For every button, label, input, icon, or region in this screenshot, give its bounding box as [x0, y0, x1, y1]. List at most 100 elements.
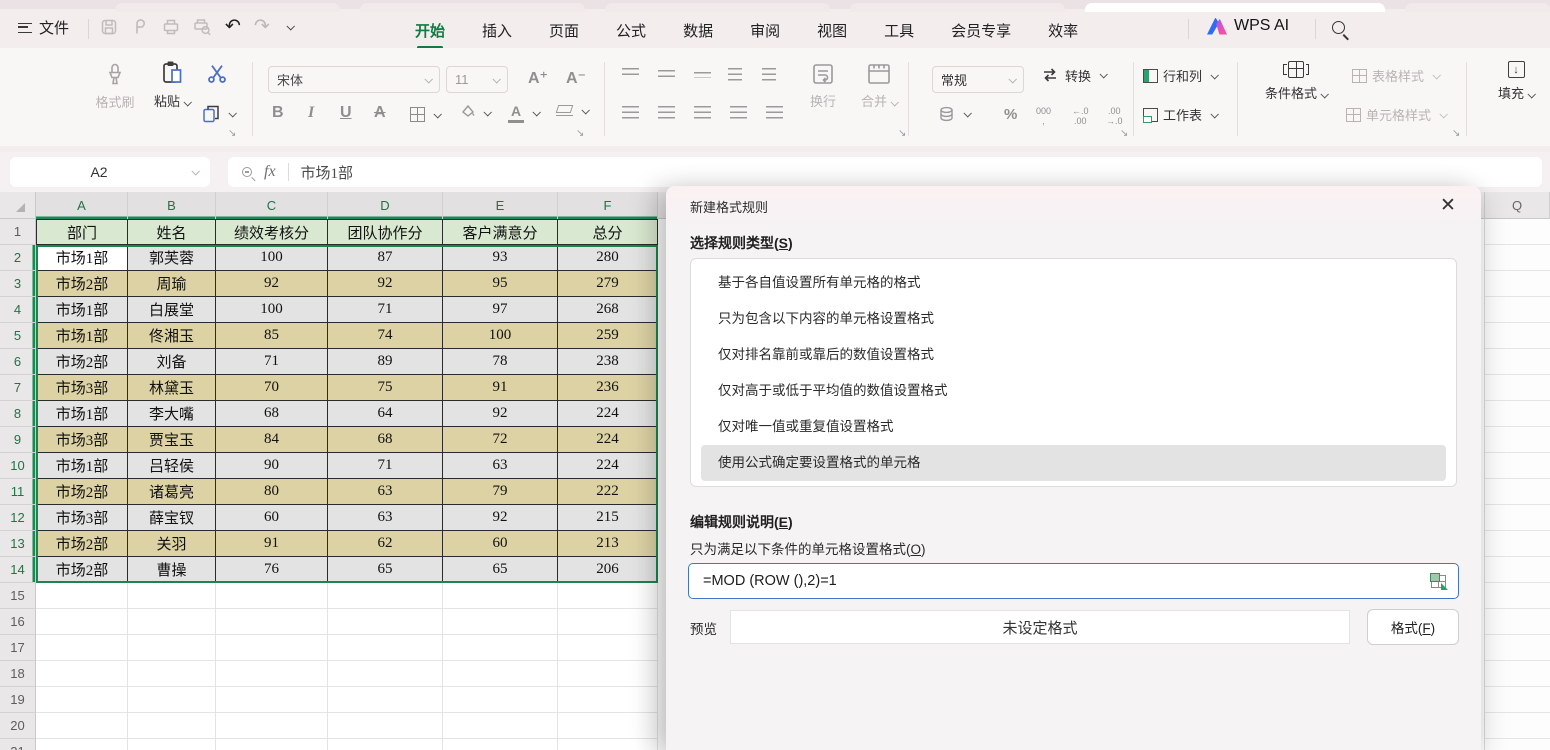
data-cell[interactable]: 林黛玉	[128, 375, 216, 401]
align-distributed-icon[interactable]	[766, 106, 783, 119]
align-top-icon[interactable]	[622, 68, 639, 76]
data-cell[interactable]: 薛宝钗	[128, 505, 216, 531]
empty-cell[interactable]	[36, 609, 128, 635]
convert-button[interactable]: 转换	[1040, 65, 1106, 85]
font-size-select[interactable]: 11	[446, 66, 508, 93]
data-cell[interactable]: 63	[443, 453, 558, 479]
data-cell[interactable]: 65	[443, 557, 558, 583]
menu-tab-效率[interactable]: 效率	[1048, 16, 1078, 41]
data-cell[interactable]: 79	[443, 479, 558, 505]
menu-tab-数据[interactable]: 数据	[683, 16, 713, 41]
conditional-format-button[interactable]: 条件格式	[1250, 61, 1342, 102]
column-header-C[interactable]: C	[216, 192, 328, 219]
format-button[interactable]: 格式(F)	[1367, 609, 1459, 645]
data-cell[interactable]: 74	[328, 323, 443, 349]
column-header-B[interactable]: B	[128, 192, 216, 219]
data-cell[interactable]: 市场2部	[36, 531, 128, 557]
file-menu-button[interactable]: 文件	[18, 17, 69, 38]
empty-cell[interactable]	[36, 583, 128, 609]
rule-type-item[interactable]: 基于各自值设置所有单元格的格式	[701, 265, 1446, 301]
data-cell[interactable]: 市场2部	[36, 349, 128, 375]
empty-cell[interactable]	[36, 687, 128, 713]
empty-cell[interactable]	[216, 713, 328, 739]
row-header-4[interactable]: 4	[0, 297, 36, 323]
empty-cell[interactable]	[558, 687, 658, 713]
row-header-10[interactable]: 10	[0, 453, 36, 479]
empty-cell[interactable]	[328, 739, 443, 750]
empty-cell[interactable]	[36, 713, 128, 739]
data-cell[interactable]: 215	[558, 505, 658, 531]
row-header-11[interactable]: 11	[0, 479, 36, 505]
select-all-corner[interactable]	[0, 192, 36, 219]
data-cell[interactable]: 238	[558, 349, 658, 375]
data-cell[interactable]: 郭芙蓉	[128, 245, 216, 271]
cell-style-button[interactable]: 单元格样式	[1346, 105, 1446, 124]
data-cell[interactable]: 268	[558, 297, 658, 323]
empty-cell[interactable]	[558, 609, 658, 635]
align-bottom-icon[interactable]	[694, 72, 711, 78]
increase-decimal-button[interactable]: ←.0 .00	[1072, 106, 1089, 126]
italic-button[interactable]: I	[308, 104, 314, 122]
empty-cell[interactable]	[328, 713, 443, 739]
row-header-20[interactable]: 20	[0, 713, 36, 739]
data-cell[interactable]: 280	[558, 245, 658, 271]
data-cell[interactable]: 95	[443, 271, 558, 297]
underline-button[interactable]: U	[340, 104, 352, 122]
data-cell[interactable]: 84	[216, 427, 328, 453]
data-cell[interactable]: 市场2部	[36, 557, 128, 583]
data-cell[interactable]: 71	[328, 297, 443, 323]
wrap-text-button[interactable]: 换行	[800, 62, 846, 110]
redo-icon[interactable]: ↷	[254, 16, 270, 38]
empty-cell[interactable]	[443, 739, 558, 750]
export-pdf-icon[interactable]	[131, 18, 149, 36]
empty-cell[interactable]	[128, 609, 216, 635]
menu-tab-工具[interactable]: 工具	[884, 16, 914, 41]
data-cell[interactable]: 92	[328, 271, 443, 297]
shrink-font-button[interactable]: A⁻	[566, 68, 586, 88]
empty-cell[interactable]	[558, 713, 658, 739]
row-header-19[interactable]: 19	[0, 687, 36, 713]
empty-cell[interactable]	[443, 713, 558, 739]
row-header-16[interactable]: 16	[0, 609, 36, 635]
empty-cell[interactable]	[328, 635, 443, 661]
data-cell[interactable]: 76	[216, 557, 328, 583]
menu-tab-开始[interactable]: 开始	[415, 16, 445, 41]
data-cell[interactable]: 89	[328, 349, 443, 375]
right-column-cells[interactable]	[1484, 219, 1550, 750]
menu-tab-插入[interactable]: 插入	[482, 16, 512, 41]
empty-cell[interactable]	[216, 687, 328, 713]
data-cell[interactable]: 93	[443, 245, 558, 271]
data-cell[interactable]: 周瑜	[128, 271, 216, 297]
data-cell[interactable]: 63	[328, 479, 443, 505]
row-header-3[interactable]: 3	[0, 271, 36, 297]
row-header-21[interactable]: 21	[0, 739, 36, 750]
wps-ai-button[interactable]: WPS AI	[1207, 17, 1289, 35]
save-icon[interactable]	[100, 18, 118, 36]
data-cell[interactable]: 206	[558, 557, 658, 583]
header-cell[interactable]: 部门	[36, 219, 128, 245]
decrease-decimal-button[interactable]: .00 →.0	[1106, 106, 1123, 126]
empty-cell[interactable]	[216, 635, 328, 661]
data-cell[interactable]: 李大嘴	[128, 401, 216, 427]
empty-cell[interactable]	[328, 661, 443, 687]
data-cell[interactable]: 市场1部	[36, 323, 128, 349]
data-cell[interactable]: 64	[328, 401, 443, 427]
empty-cell[interactable]	[443, 583, 558, 609]
name-box[interactable]: A2	[10, 157, 210, 187]
data-cell[interactable]: 224	[558, 427, 658, 453]
data-cell[interactable]: 60	[443, 531, 558, 557]
data-cell[interactable]: 78	[443, 349, 558, 375]
data-cell[interactable]: 91	[443, 375, 558, 401]
empty-cell[interactable]	[558, 635, 658, 661]
row-header-13[interactable]: 13	[0, 531, 36, 557]
data-cell[interactable]: 92	[216, 271, 328, 297]
data-cell[interactable]: 279	[558, 271, 658, 297]
data-cell[interactable]: 75	[328, 375, 443, 401]
grow-font-button[interactable]: A⁺	[528, 68, 548, 88]
rule-type-item[interactable]: 只为包含以下内容的单元格设置格式	[701, 301, 1446, 337]
row-header-2[interactable]: 2	[0, 245, 36, 271]
column-header-A[interactable]: A	[36, 192, 128, 219]
data-cell[interactable]: 68	[328, 427, 443, 453]
empty-cell[interactable]	[216, 609, 328, 635]
row-header-9[interactable]: 9	[0, 427, 36, 453]
